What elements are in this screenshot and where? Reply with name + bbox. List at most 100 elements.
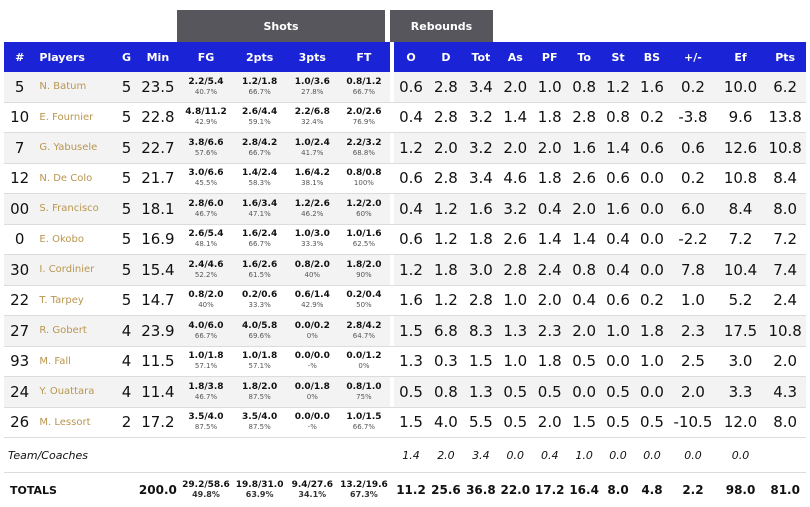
col-2pts[interactable]: 2pts [233,42,287,72]
plus-minus: -2.2 [669,224,717,255]
shot-cell-2pts: 2.6/4.459.1% [233,102,287,133]
shot-made-3pts: 2.2/6.8 [295,107,330,117]
blocks: 1.0 [635,346,669,377]
shot-made-fg: 1.0/1.8 [188,351,223,361]
personal-fouls: 0.5 [533,377,567,408]
points: 4.3 [764,377,806,408]
steals: 0.4 [601,224,634,255]
shot-made-fg: 0.8/2.0 [188,290,223,300]
col-total-rebounds[interactable]: Tot [464,42,498,72]
table-row: 10E. Fournier522.84.8/11.242.9%2.6/4.459… [4,102,806,133]
col-fg[interactable]: FG [179,42,233,72]
total-steals: 8.0 [601,473,634,507]
player-name-link[interactable]: N. De Colo [35,163,116,194]
shot-pct-ft: 66.7% [338,422,390,432]
shot-cell-2pts: 1.6/2.661.5% [233,255,287,286]
col-efficiency[interactable]: Ef [717,42,765,72]
shot-made-2pts: 3.5/4.0 [242,412,277,422]
col-plus-minus[interactable]: +/- [669,42,717,72]
shot-made-ft: 2.2/3.2 [346,138,381,148]
shot-pct-fg: 40% [179,300,233,310]
player-name-link[interactable]: E. Okobo [35,224,116,255]
shot-pct-3pts: 0% [286,331,338,341]
turnovers: 0.5 [567,346,601,377]
shot-pct-ft: 75% [338,392,390,402]
total-offensive-rebounds: 11.2 [394,473,428,507]
col-blocks[interactable]: BS [635,42,669,72]
col-defensive-rebounds[interactable]: D [428,42,463,72]
empty-shot-cell [179,438,233,473]
col-3pts[interactable]: 3pts [286,42,338,72]
shot-made-2pts: 1.8/2.0 [242,382,277,392]
offensive-rebounds: 0.5 [394,377,428,408]
col-personal-fouls[interactable]: PF [533,42,567,72]
shot-pct-ft: 0% [338,361,390,371]
defensive-rebounds: 2.8 [428,72,463,102]
points: 2.4 [764,285,806,316]
assists: 0.0 [498,438,532,473]
player-name-link[interactable]: T. Tarpey [35,285,116,316]
offensive-rebounds: 0.6 [394,72,428,102]
efficiency: 0.0 [717,438,765,473]
col-ft[interactable]: FT [338,42,390,72]
player-name-link[interactable]: E. Fournier [35,102,116,133]
col-points[interactable]: Pts [764,42,806,72]
shot-cell-fg: 3.8/6.657.6% [179,133,233,164]
shot-pct-3pts: -% [286,361,338,371]
shot-pct-ft: 60% [338,209,390,219]
games-played: 5 [116,133,136,164]
player-name-link[interactable]: G. Yabusele [35,133,116,164]
col-offensive-rebounds[interactable]: O [394,42,428,72]
plus-minus: 0.2 [669,72,717,102]
col-turnovers[interactable]: To [567,42,601,72]
shot-cell-2pts: 2.8/4.266.7% [233,133,287,164]
col-steals[interactable]: St [601,42,634,72]
shot-cell-2pts: 1.2/1.866.7% [233,72,287,102]
defensive-rebounds: 2.0 [428,438,463,473]
shot-cell-ft: 1.8/2.090% [338,255,390,286]
total-rebounds: 1.8 [464,224,498,255]
shot-cell-2pts: 1.0/1.857.1% [233,346,287,377]
player-number: 10 [4,102,35,133]
col-games[interactable]: G [116,42,136,72]
player-name-link[interactable]: M. Lessort [35,407,116,438]
player-name-link[interactable]: Y. Ouattara [35,377,116,408]
shot-made-ft: 1.2/2.0 [346,199,381,209]
shot-cell-ft: 2.8/4.264.7% [338,316,390,347]
shot-cell-ft: 0.8/1.266.7% [338,72,390,102]
turnovers: 2.0 [567,316,601,347]
player-name-link[interactable]: N. Batum [35,72,116,102]
shot-cell-ft: 0.0/1.20% [338,346,390,377]
minutes: 14.7 [137,285,180,316]
col-players[interactable]: Players [35,42,116,72]
shot-cell-2pts: 0.2/0.633.3% [233,285,287,316]
plus-minus: 6.0 [669,194,717,225]
player-number: 26 [4,407,35,438]
player-number: 5 [4,72,35,102]
team-coaches-row: Team/Coaches1.42.03.40.00.41.00.00.00.00… [4,438,806,473]
col-minutes[interactable]: Min [137,42,180,72]
plus-minus: -3.8 [669,102,717,133]
col-assists[interactable]: As [498,42,532,72]
shot-cell-fg: 4.8/11.242.9% [179,102,233,133]
shot-pct-fg: 40.7% [179,87,233,97]
steals: 0.6 [601,285,634,316]
points: 6.2 [764,72,806,102]
table-row: 93M. Fall411.51.0/1.857.1%1.0/1.857.1%0.… [4,346,806,377]
player-name-link[interactable]: M. Fall [35,346,116,377]
turnovers: 1.6 [567,133,601,164]
shot-pct-fg: 46.7% [179,209,233,219]
defensive-rebounds: 0.3 [428,346,463,377]
defensive-rebounds: 2.0 [428,133,463,164]
player-name-link[interactable]: R. Gobert [35,316,116,347]
games-played: 2 [116,407,136,438]
player-name-link[interactable]: I. Cordinier [35,255,116,286]
shot-cell-3pts: 1.0/3.033.3% [286,224,338,255]
steals: 1.0 [601,316,634,347]
blocks: 1.8 [635,316,669,347]
assists: 0.5 [498,407,532,438]
player-name-link[interactable]: S. Francisco [35,194,116,225]
col-number[interactable]: # [4,42,35,72]
total-total-rebounds: 36.8 [464,473,498,507]
shot-pct-3pts: 33.3% [286,239,338,249]
